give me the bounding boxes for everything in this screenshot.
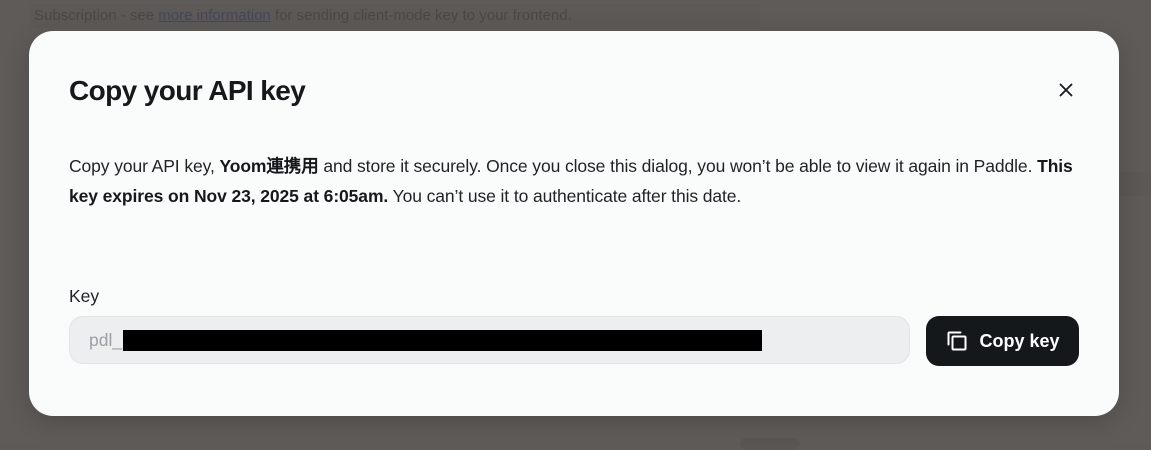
key-field-label: Key bbox=[69, 286, 100, 306]
copy-key-label: Copy key bbox=[979, 330, 1060, 351]
background-element bbox=[1119, 172, 1151, 196]
copy-key-button[interactable]: Copy key bbox=[926, 316, 1079, 366]
dialog-description: Copy your API key, Yoom連携用 and store it … bbox=[69, 151, 1079, 211]
background-text-suffix: for sending client-mode key to your fron… bbox=[274, 7, 572, 24]
description-text: You can’t use it to authenticate after t… bbox=[388, 186, 742, 206]
description-text: and store it securely. Once you close th… bbox=[318, 156, 1038, 176]
api-key-prefix: pdl_ bbox=[89, 330, 123, 350]
close-button[interactable] bbox=[1051, 75, 1081, 105]
background-text: Subscription - see more information for … bbox=[34, 7, 572, 24]
api-key-name: Yoom連携用 bbox=[219, 156, 319, 176]
copy-api-key-dialog: Copy your API key Copy your API key, Yoo… bbox=[29, 31, 1119, 416]
dialog-title: Copy your API key bbox=[69, 75, 306, 106]
description-text: Copy your API key, bbox=[69, 156, 220, 176]
copy-icon bbox=[947, 331, 967, 351]
close-icon bbox=[1059, 83, 1073, 97]
background-text-prefix: Subscription - see bbox=[34, 7, 155, 24]
background-link: more information bbox=[158, 7, 271, 24]
api-key-redacted-value bbox=[123, 329, 763, 351]
api-key-field[interactable]: pdl_ bbox=[69, 316, 910, 364]
background-element bbox=[740, 438, 800, 450]
